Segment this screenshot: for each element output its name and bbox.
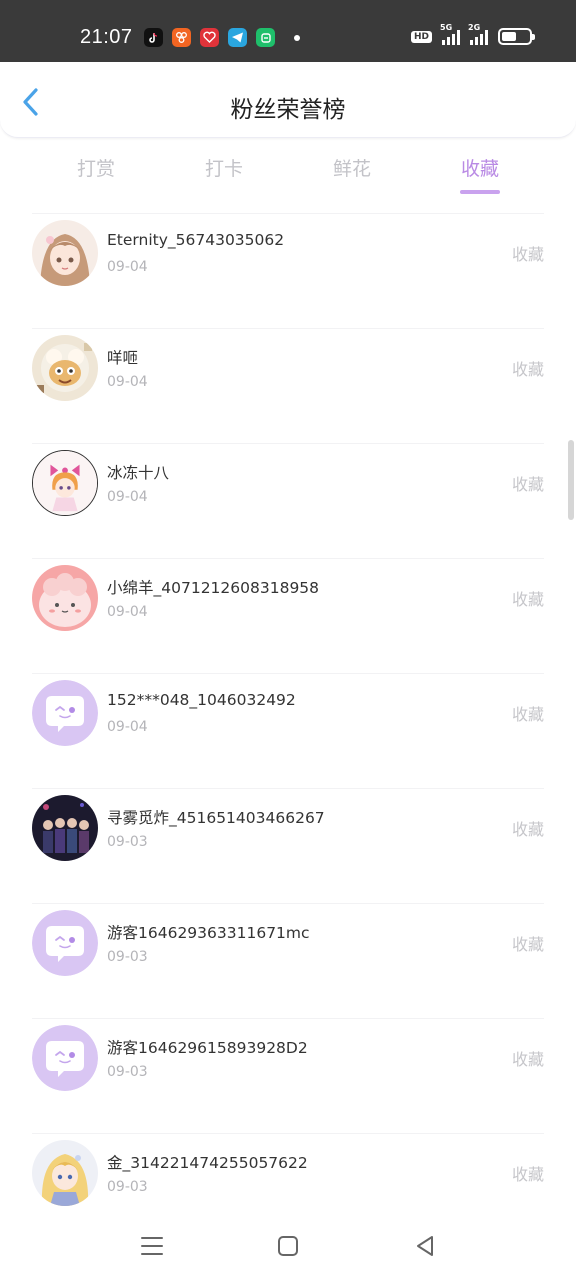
action-label: 收藏: [511, 475, 544, 494]
default-avatar-icon: [32, 910, 98, 976]
home-square-icon: [278, 1236, 298, 1256]
signal-5g-icon: 5G: [440, 23, 460, 45]
user-name: 游客164629363311671mc: [107, 924, 310, 942]
back-nav-button[interactable]: [412, 1232, 440, 1260]
user-name: 游客164629615893928D2: [107, 1039, 308, 1057]
status-bar: 21:07 HD 5G 2G: [0, 0, 576, 62]
app-icon-red: [200, 28, 219, 47]
action-label: 收藏: [511, 705, 544, 724]
status-time: 21:07: [80, 26, 133, 48]
back-triangle-icon: [417, 1236, 433, 1256]
date: 09-03: [107, 1064, 148, 1080]
date: 09-04: [107, 719, 148, 735]
list-item[interactable]: Eternity_56743035062 09-04 收藏: [0, 213, 576, 328]
list-item[interactable]: 冰冻十八 09-04 收藏: [0, 443, 576, 558]
app-icon-green: [256, 28, 275, 47]
tab-tip[interactable]: 打赏: [60, 154, 132, 181]
avatar: [32, 795, 98, 861]
signal-2g-icon: 2G: [468, 23, 488, 45]
action-label: 收藏: [511, 245, 544, 264]
date: 09-03: [107, 949, 148, 965]
home-button[interactable]: [274, 1232, 302, 1260]
app-icon-orange: [172, 28, 191, 47]
list-item[interactable]: 游客164629363311671mc 09-03 收藏: [0, 903, 576, 1018]
tab-bar: 打赏 打卡 鲜花 收藏: [32, 150, 544, 200]
fan-list: Eternity_56743035062 09-04 收藏 咩咂 09-04 收…: [0, 213, 576, 1248]
list-item[interactable]: 152***048_1046032492 09-04 收藏: [0, 673, 576, 788]
action-label: 收藏: [511, 590, 544, 609]
menu-button[interactable]: [138, 1232, 166, 1260]
avatar: [32, 220, 98, 286]
date: 09-03: [107, 834, 148, 850]
avatar: [32, 335, 98, 401]
user-name: 寻雾觅炸_451651403466267: [107, 809, 325, 827]
list-item[interactable]: 游客164629615893928D2 09-03 收藏: [0, 1018, 576, 1133]
action-label: 收藏: [511, 1050, 544, 1069]
action-label: 收藏: [511, 1165, 544, 1184]
user-name: Eternity_56743035062: [107, 231, 285, 249]
telegram-icon: [228, 28, 247, 47]
list-item[interactable]: 小绵羊_4071212608318958 09-04 收藏: [0, 558, 576, 673]
tab-favorites[interactable]: 收藏: [444, 154, 516, 194]
list-item[interactable]: 寻雾觅炸_451651403466267 09-03 收藏: [0, 788, 576, 903]
user-name: 152***048_1046032492: [107, 691, 296, 709]
battery-icon: [498, 28, 535, 45]
date: 09-04: [107, 259, 148, 275]
user-name: 小绵羊_4071212608318958: [107, 579, 320, 597]
page-header: 粉丝荣誉榜: [0, 62, 576, 138]
action-label: 收藏: [511, 820, 544, 839]
avatar: [32, 565, 98, 631]
user-name: 咩咂: [107, 349, 139, 367]
avatar: [32, 450, 98, 516]
default-avatar-icon: [32, 680, 98, 746]
default-avatar-icon: [32, 1025, 98, 1091]
system-icons: HD 5G 2G: [410, 23, 535, 45]
tiktok-icon: [144, 28, 163, 47]
action-label: 收藏: [511, 935, 544, 954]
page-title: 粉丝荣誉榜: [230, 97, 346, 123]
date: 09-04: [107, 604, 148, 620]
action-label: 收藏: [511, 360, 544, 379]
hd-badge: HD: [410, 30, 432, 43]
menu-icon: [141, 1237, 163, 1255]
user-name: 冰冻十八: [107, 464, 170, 482]
tab-checkin[interactable]: 打卡: [188, 154, 260, 181]
scrollbar[interactable]: [568, 440, 574, 520]
notification-dot: [294, 34, 300, 41]
system-nav-bar: [0, 1210, 576, 1280]
date: 09-04: [107, 374, 148, 390]
date: 09-03: [107, 1179, 148, 1195]
list-item[interactable]: 咩咂 09-04 收藏: [0, 328, 576, 443]
notification-icons: [144, 28, 300, 47]
tab-flowers[interactable]: 鲜花: [316, 154, 388, 181]
user-name: 金_314221474255057622: [107, 1154, 308, 1172]
avatar: [32, 1140, 98, 1206]
date: 09-04: [107, 489, 148, 505]
